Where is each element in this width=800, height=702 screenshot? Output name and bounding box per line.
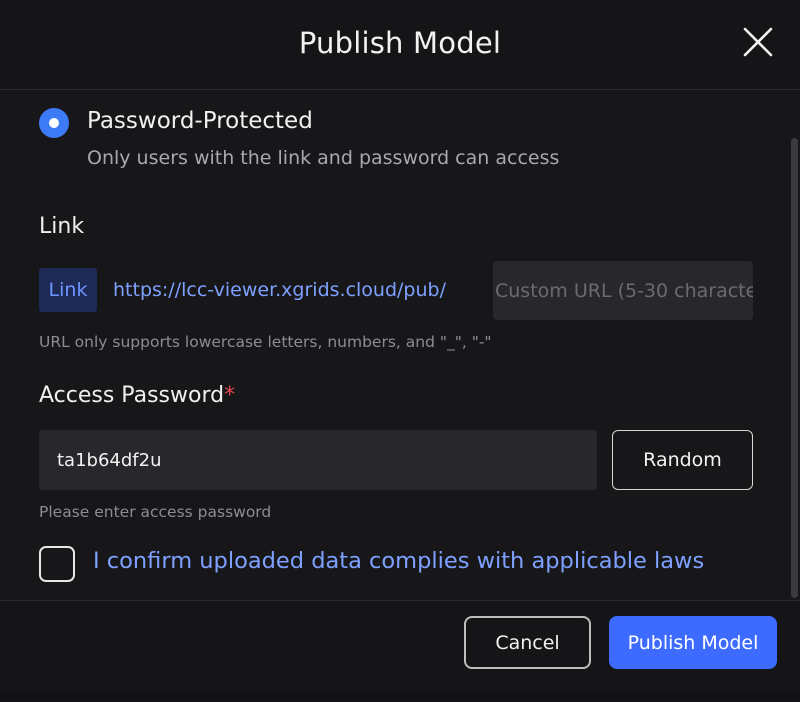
close-button[interactable] — [740, 24, 776, 60]
dialog-header: Publish Model — [0, 0, 800, 90]
link-url-prefix: https://lcc-viewer.xgrids.cloud/pub/ — [113, 279, 446, 301]
password-hint: Please enter access password — [39, 503, 272, 521]
url-hint: URL only supports lowercase letters, num… — [39, 333, 492, 351]
link-tag: Link — [39, 268, 97, 312]
access-password-label: Access Password* — [39, 383, 235, 408]
scrollbar-thumb[interactable] — [791, 138, 798, 598]
link-section-label: Link — [39, 214, 85, 239]
password-protected-description: Only users with the link and password ca… — [87, 147, 560, 169]
dialog-title: Publish Model — [298, 26, 502, 60]
close-icon — [743, 27, 773, 57]
password-protected-label[interactable]: Password-Protected — [87, 108, 313, 134]
cancel-button[interactable]: Cancel — [464, 616, 591, 669]
password-protected-radio[interactable] — [39, 108, 69, 138]
compliance-checkbox[interactable] — [39, 546, 75, 582]
random-password-button[interactable]: Random — [612, 430, 753, 490]
bottom-edge — [0, 690, 800, 701]
compliance-label[interactable]: I confirm uploaded data complies with ap… — [93, 548, 704, 574]
publish-model-button[interactable]: Publish Model — [609, 616, 777, 669]
custom-url-input[interactable] — [493, 261, 753, 320]
required-mark: * — [224, 383, 236, 408]
radio-selected-dot — [49, 118, 59, 128]
publish-model-dialog: Publish Model Password-Protected Only us… — [0, 0, 800, 702]
access-password-input[interactable] — [39, 430, 597, 490]
access-password-label-text: Access Password — [39, 383, 225, 408]
